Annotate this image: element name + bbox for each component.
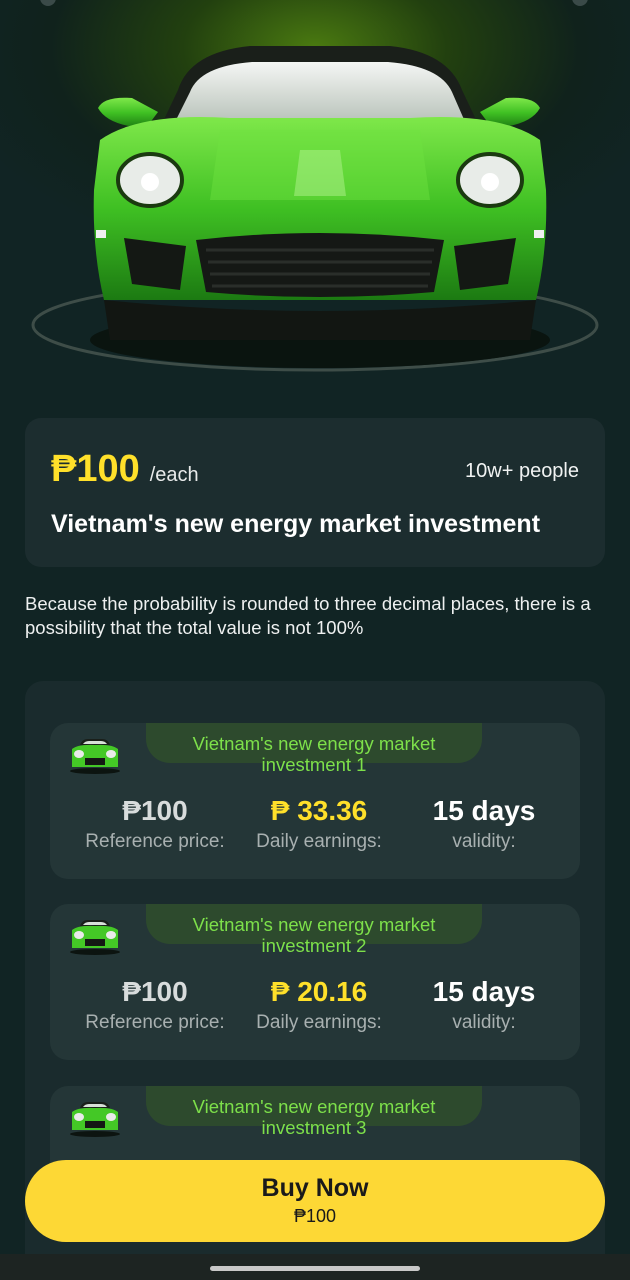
hero-banner	[0, 0, 630, 400]
validity-label: validity:	[452, 831, 516, 852]
green-car-icon	[70, 739, 120, 774]
validity-label: validity:	[452, 1012, 516, 1033]
price-unit: /each	[149, 464, 199, 486]
participants-count: 10w+ people	[465, 460, 579, 482]
validity-stat: 15 days validity:	[412, 976, 556, 1034]
investment-item-1[interactable]: Vietnam's new energy market investment 1…	[50, 723, 580, 879]
buy-now-price: ₱100	[293, 1206, 337, 1226]
sports-car-image	[31, 46, 599, 372]
investment-name-tag: Vietnam's new energy market investment 1	[146, 723, 482, 775]
daily-earnings-value: ₱ 33.36	[270, 795, 368, 826]
green-car-icon	[70, 920, 120, 955]
investment-name-tag: Vietnam's new energy market investment 3	[146, 1086, 482, 1138]
probability-note: Because the probability is rounded to th…	[25, 593, 591, 638]
investment-name-tag: Vietnam's new energy market investment 2	[146, 904, 482, 956]
daily-earnings-stat: ₱ 20.16 Daily earnings:	[246, 976, 392, 1034]
unit-price: ₱100	[51, 448, 140, 490]
buy-now-button[interactable]: Buy Now ₱100	[25, 1160, 605, 1242]
product-summary-card: ₱100 /each 10w+ people Vietnam's new ene…	[25, 418, 605, 567]
product-title: Vietnam's new energy market investment	[51, 510, 541, 538]
system-nav-bar	[0, 1254, 630, 1280]
home-gesture-handle[interactable]	[210, 1266, 420, 1271]
daily-earnings-value: ₱ 20.16	[270, 976, 368, 1007]
daily-earnings-label: Daily earnings:	[256, 831, 382, 852]
reference-price-label: Reference price:	[85, 1012, 225, 1033]
reference-price-stat: ₱100 Reference price:	[78, 976, 232, 1034]
price-row: ₱100 /each	[51, 448, 199, 491]
validity-value: 15 days	[432, 976, 536, 1007]
investment-item-2[interactable]: Vietnam's new energy market investment 2…	[50, 904, 580, 1060]
buy-now-label: Buy Now	[261, 1174, 369, 1202]
reference-price-stat: ₱100 Reference price:	[78, 795, 232, 853]
green-car-icon	[70, 1102, 120, 1137]
validity-value: 15 days	[432, 795, 536, 826]
reference-price-value: ₱100	[122, 976, 188, 1007]
reference-price-value: ₱100	[122, 795, 188, 826]
daily-earnings-stat: ₱ 33.36 Daily earnings:	[246, 795, 392, 853]
validity-stat: 15 days validity:	[412, 795, 556, 853]
reference-price-label: Reference price:	[85, 831, 225, 852]
daily-earnings-label: Daily earnings:	[256, 1012, 382, 1033]
